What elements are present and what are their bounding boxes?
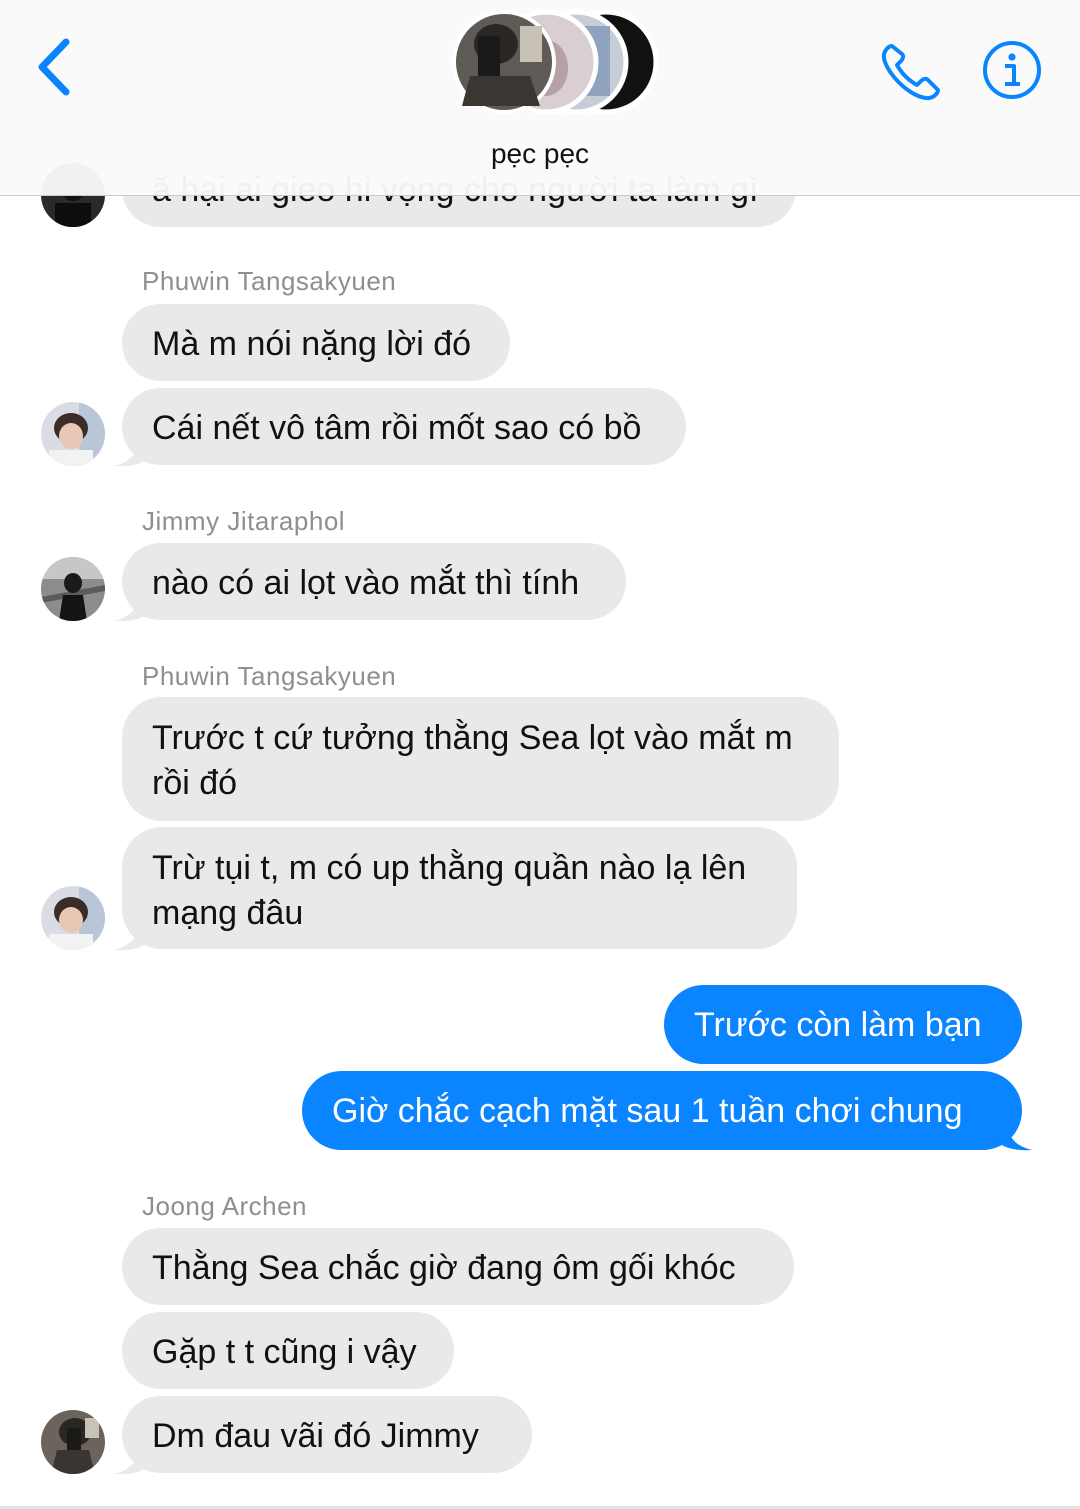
message-text: Trước t cứ tưởng thằng Sea lọt vào mắt m…: [152, 719, 793, 802]
sent-message-bubble[interactable]: Trước còn làm bạn: [664, 985, 1022, 1064]
sender-name: Phuwin Tangsakyuen: [142, 661, 397, 691]
message-bubble[interactable]: Mà m nói nặng lời đó: [122, 304, 510, 381]
message-text: Trước còn làm bạn: [694, 1006, 982, 1044]
bubble-tail: [114, 1448, 148, 1475]
bubble-tail: [114, 924, 148, 951]
bubble-tail: [998, 1124, 1032, 1151]
sender-name: Phuwin Tangsakyuen: [142, 266, 397, 296]
message-bubble[interactable]: Trừ tụi t, m có up thằng quần nào lạ lên…: [122, 827, 797, 949]
message-text: Mà m nói nặng lời đó: [152, 325, 472, 363]
back-button[interactable]: [34, 36, 78, 100]
message-bubble[interactable]: Thằng Sea chắc giờ đang ôm gối khóc: [122, 1228, 794, 1305]
message-text: Giờ chắc cạch mặt sau 1 tuần chơi chung: [332, 1092, 963, 1130]
call-button[interactable]: [878, 40, 944, 104]
message-text: Trừ tụi t, m có up thằng quần nào lạ lên…: [152, 849, 747, 932]
message-bubble[interactable]: Cái nết vô tâm rồi mốt sao có bồ: [122, 388, 686, 465]
chevron-left-icon: [38, 38, 70, 96]
message-text: Thằng Sea chắc giờ đang ôm gối khóc: [152, 1249, 736, 1287]
message-bubble[interactable]: Gặp t t cũng i vậy: [122, 1312, 454, 1389]
bubble-tail: [114, 595, 148, 622]
sent-message-bubble[interactable]: Giờ chắc cạch mặt sau 1 tuần chơi chung: [302, 1071, 1022, 1150]
group-name[interactable]: pẹc pẹc: [0, 138, 1080, 170]
sender-name: Jimmy Jitaraphol: [142, 506, 346, 536]
sender-name: Joong Archen: [142, 1191, 308, 1221]
bubble-tail: [114, 440, 148, 467]
avatar-joong[interactable]: [41, 1410, 105, 1474]
info-icon: [983, 41, 1041, 99]
message-bubble[interactable]: Dm đau vãi đó Jimmy: [122, 1396, 532, 1473]
phone-icon: [881, 44, 940, 101]
message-bubble[interactable]: nào có ai lọt vào mắt thì tính: [122, 543, 626, 620]
avatar-jimmy[interactable]: [41, 557, 105, 621]
group-avatar-stack[interactable]: [420, 6, 660, 118]
info-button[interactable]: [982, 40, 1042, 100]
message-bubble[interactable]: Trước t cứ tưởng thằng Sea lọt vào mắt m…: [122, 697, 839, 821]
message-list[interactable]: ă hại ai gieo hi vọng cho người ta làm g…: [0, 0, 1080, 1509]
message-text: Dm đau vãi đó Jimmy: [152, 1417, 479, 1455]
conversation-header: pẹc pẹc: [0, 0, 1080, 196]
message-text: Cái nết vô tâm rồi mốt sao có bồ: [152, 409, 642, 447]
message-text: nào có ai lọt vào mắt thì tính: [152, 564, 580, 602]
avatar-phuwin[interactable]: [41, 886, 105, 950]
message-text: Gặp t t cũng i vậy: [152, 1333, 417, 1371]
avatar-phuwin[interactable]: [41, 402, 105, 466]
